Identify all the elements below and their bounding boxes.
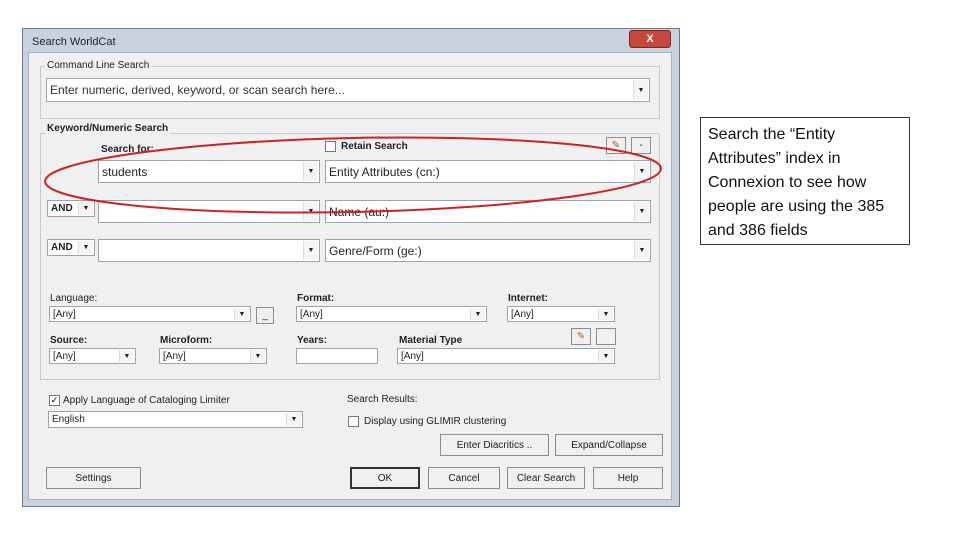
highlight-ellipse [44, 136, 662, 214]
red-ellipse-annotation [44, 136, 662, 214]
annotation-callout: Search the “Entity Attributes” index in … [700, 117, 910, 245]
